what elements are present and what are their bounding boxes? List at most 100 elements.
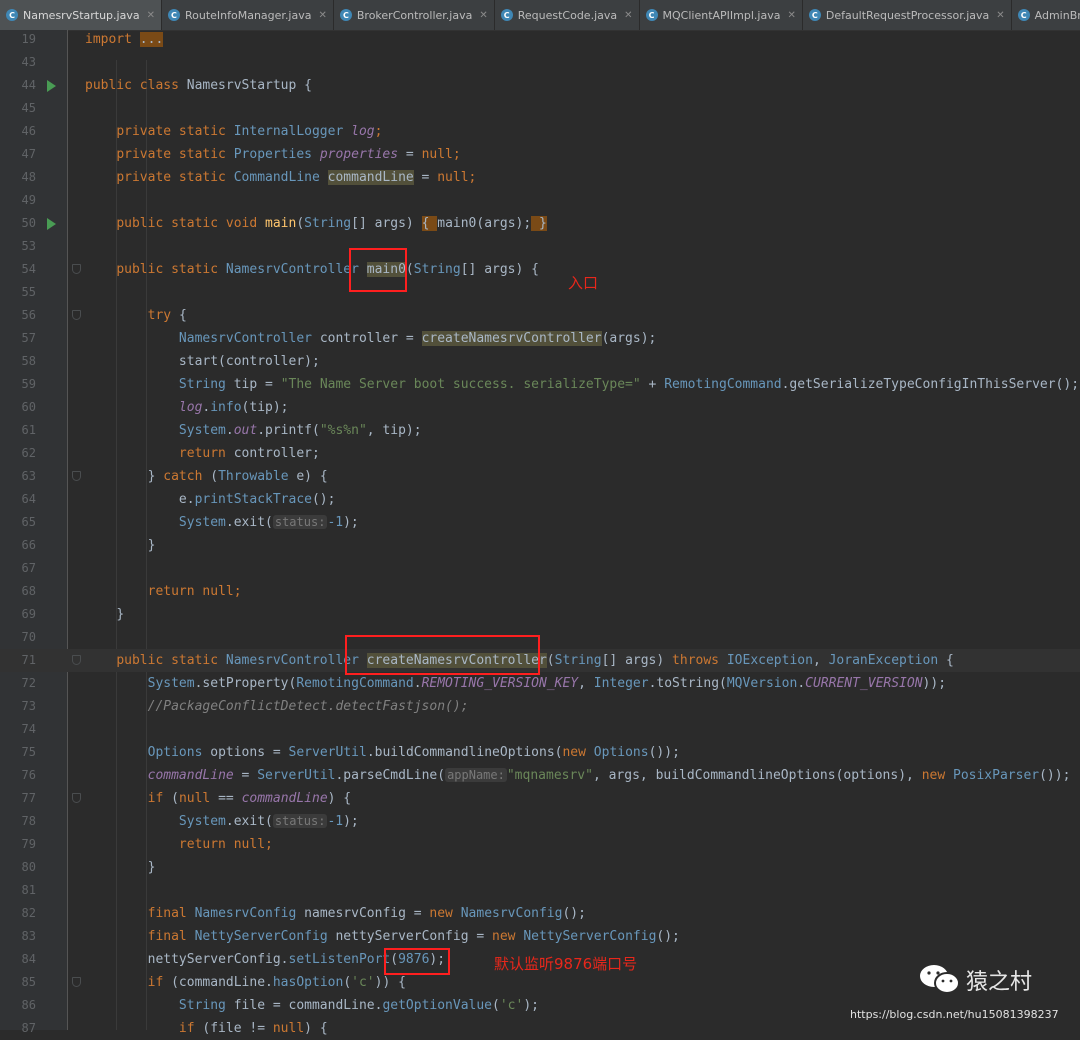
fold-marker-icon[interactable] [72,471,81,481]
line-number: 45 [21,101,36,115]
editor-tab[interactable]: C BrokerController.java ✕ [334,0,495,30]
code-line[interactable]: 68 return null; [0,580,1080,603]
code-line[interactable]: 48 private static CommandLine commandLin… [0,166,1080,189]
code-line[interactable]: 45 [0,97,1080,120]
code-token: NamesrvController [178,331,320,346]
code-line[interactable]: 76 commandLine = ServerUtil.parseCmdLine… [0,764,1080,787]
code-line[interactable]: 69 } [0,603,1080,626]
code-line[interactable]: 62 return controller; [0,442,1080,465]
code-line[interactable]: 78 System.exit(status: -1); [0,810,1080,833]
close-tab-icon[interactable]: ✕ [624,10,632,21]
code-line[interactable]: 65 System.exit(status: -1); [0,511,1080,534]
code-line[interactable]: 74 [0,718,1080,741]
code-token: ) { [304,1021,328,1036]
editor-tab[interactable]: CAdminBrokerProcessor.java✕ [1012,0,1080,30]
code-token: System [178,423,226,438]
code-line[interactable]: 66 } [0,534,1080,557]
code-token: nettyServerConfig = [335,929,493,944]
code-line[interactable]: 55 [0,281,1080,304]
watermark-name: 猿之村 [966,970,1033,995]
code-token: public static void [116,216,266,231]
code-token: NamesrvConfig [460,906,563,921]
code-line[interactable]: 75 Options options = ServerUtil.buildCom… [0,741,1080,764]
code-line[interactable]: 73 //PackageConflictDetect.detectFastjso… [0,695,1080,718]
code-token: private static [116,170,234,185]
code-text: } catch (Throwable e) { [85,465,328,488]
code-line[interactable]: 53 [0,235,1080,258]
fold-marker-icon[interactable] [72,977,81,987]
code-text: System.setProperty(RemotingCommand.REMOT… [85,672,946,695]
code-text: } [85,856,156,879]
wechat-logo-icon [918,962,962,1000]
line-number: 77 [21,791,36,805]
code-token: PosixParser [953,768,1040,783]
code-token: if [178,1021,203,1036]
code-token: ... [139,32,164,47]
code-token: start(controller); [178,354,320,369]
run-gutter-icon[interactable] [47,80,56,92]
code-line[interactable]: 43 [0,51,1080,74]
code-line[interactable]: 80 } [0,856,1080,879]
editor-tab[interactable]: C RouteInfoManager.java ✕ [162,0,334,30]
code-token: -1 [327,515,344,530]
code-line[interactable]: 60 log.info(tip); [0,396,1080,419]
code-line[interactable]: 81 [0,879,1080,902]
close-tab-icon[interactable]: ✕ [147,10,155,21]
code-line[interactable]: 64 e.printStackTrace(); [0,488,1080,511]
code-line[interactable]: 58 start(controller); [0,350,1080,373]
code-text: try { [85,304,187,327]
close-tab-icon[interactable]: ✕ [318,10,326,21]
line-number: 87 [21,1021,36,1035]
code-line[interactable]: 49 [0,189,1080,212]
code-token: = [233,768,258,783]
line-number: 68 [21,584,36,598]
code-line[interactable]: 44 public class NamesrvStartup { [0,74,1080,97]
code-line[interactable]: 79 return null; [0,833,1080,856]
code-token: + [640,377,665,392]
editor-tab[interactable]: C MQClientAPIImpl.java ✕ [640,0,803,30]
editor-tab[interactable]: C RequestCode.java ✕ [495,0,640,30]
code-line[interactable]: 77 if (null == commandLine) { [0,787,1080,810]
fold-marker-icon[interactable] [72,310,81,320]
editor-tab[interactable]: C DefaultRequestProcessor.java ✕ [803,0,1012,30]
fold-marker-icon[interactable] [72,793,81,803]
code-token: "%s%n" [319,423,367,438]
code-token: } [147,860,156,875]
code-token: try [147,308,179,323]
editor-tab[interactable]: C NamesrvStartup.java ✕ [0,0,162,30]
code-text: e.printStackTrace(); [85,488,336,511]
code-line[interactable]: 57 NamesrvController controller = create… [0,327,1080,350]
code-line[interactable]: 50 public static void main(String[] args… [0,212,1080,235]
code-line[interactable]: 71 public static NamesrvController creat… [0,649,1080,672]
line-number: 70 [21,630,36,644]
close-tab-icon[interactable]: ✕ [479,10,487,21]
code-line[interactable]: 61 System.out.printf("%s%n", tip); [0,419,1080,442]
code-token: [] args) [601,653,673,668]
code-line[interactable]: 47 private static Properties properties … [0,143,1080,166]
run-gutter-icon[interactable] [47,218,56,230]
code-line[interactable]: 82 final NamesrvConfig namesrvConfig = n… [0,902,1080,925]
code-token: } [116,607,125,622]
code-line[interactable]: 70 [0,626,1080,649]
fold-marker-icon[interactable] [72,655,81,665]
code-text: Options options = ServerUtil.buildComman… [85,741,680,764]
code-line[interactable]: 63 } catch (Throwable e) { [0,465,1080,488]
close-tab-icon[interactable]: ✕ [996,10,1004,21]
close-tab-icon[interactable]: ✕ [787,10,795,21]
code-token: CURRENT_VERSION [805,676,923,691]
code-line[interactable]: 72 System.setProperty(RemotingCommand.RE… [0,672,1080,695]
code-line[interactable]: 83 final NettyServerConfig nettyServerCo… [0,925,1080,948]
code-line[interactable]: 19 import ... [0,28,1080,51]
code-token: (); [656,929,680,944]
line-number: 65 [21,515,36,529]
code-line[interactable]: 56 try { [0,304,1080,327]
code-line[interactable]: 59 String tip = "The Name Server boot su… [0,373,1080,396]
code-line[interactable]: 67 [0,557,1080,580]
code-token: ()); [1039,768,1071,783]
line-number: 49 [21,193,36,207]
code-line[interactable]: 46 private static InternalLogger log; [0,120,1080,143]
fold-marker-icon[interactable] [72,264,81,274]
code-editor[interactable]: 19 import ... 43 44 public class NamesrvStar… [0,28,1080,1036]
code-line[interactable]: 54 public static NamesrvController main0… [0,258,1080,281]
